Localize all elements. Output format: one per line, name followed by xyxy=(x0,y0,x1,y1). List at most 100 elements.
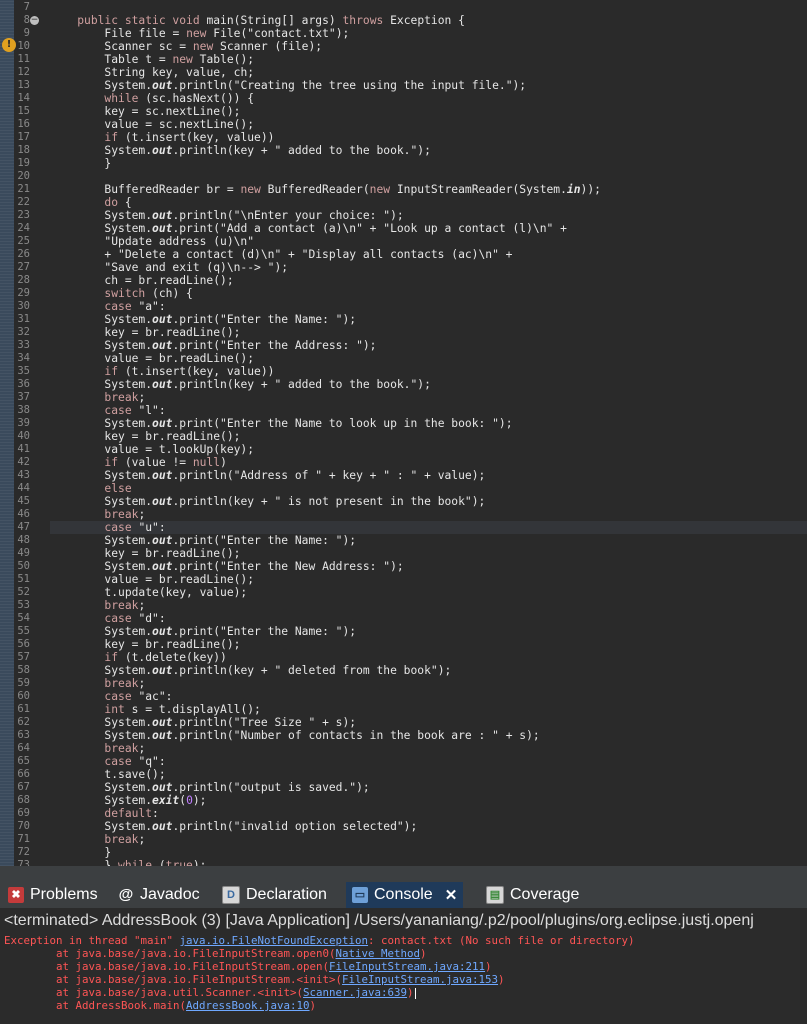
code-line[interactable]: Table t = new Table(); xyxy=(50,53,807,66)
code-token: "q": xyxy=(131,755,166,768)
code-line[interactable]: value = t.lookUp(key); xyxy=(50,443,807,456)
code-line[interactable]: System.out.print("Enter the New Address:… xyxy=(50,560,807,573)
panel-separator[interactable] xyxy=(0,866,807,881)
code-line[interactable]: value = br.readLine(); xyxy=(50,573,807,586)
coverage-icon: ▤ xyxy=(486,886,504,904)
stack-link[interactable]: FileInputStream.java:153 xyxy=(342,973,498,986)
code-line[interactable]: case "a": xyxy=(50,300,807,313)
code-line[interactable]: "Update address (u)\n" xyxy=(50,235,807,248)
code-line[interactable]: } xyxy=(50,157,807,170)
code-line[interactable]: System.out.println("Creating the tree us… xyxy=(50,79,807,92)
code-line[interactable]: key = br.readLine(); xyxy=(50,326,807,339)
tab-problems-label: Problems xyxy=(30,886,98,903)
code-line[interactable]: value = sc.nextLine(); xyxy=(50,118,807,131)
stack-link[interactable]: Scanner.java:639 xyxy=(303,986,407,999)
code-line[interactable]: break; xyxy=(50,677,807,690)
tab-javadoc[interactable]: @ Javadoc xyxy=(112,882,206,908)
code-line[interactable]: break; xyxy=(50,508,807,521)
line-number: 16 xyxy=(17,118,30,130)
code-line[interactable]: } xyxy=(50,846,807,859)
code-line[interactable]: System.out.print("Enter the Name: "); xyxy=(50,313,807,326)
code-line[interactable]: break; xyxy=(50,742,807,755)
code-line[interactable]: System.out.println("\nEnter your choice:… xyxy=(50,209,807,222)
code-line[interactable]: t.save(); xyxy=(50,768,807,781)
code-line[interactable]: System.out.println(key + " added to the … xyxy=(50,378,807,391)
code-line[interactable]: key = br.readLine(); xyxy=(50,547,807,560)
code-line[interactable]: System.out.println(key + " deleted from … xyxy=(50,664,807,677)
code-line[interactable]: case "u": xyxy=(50,521,807,534)
code-line[interactable]: value = br.readLine(); xyxy=(50,352,807,365)
code-line[interactable]: System.out.println("Address of " + key +… xyxy=(50,469,807,482)
code-line[interactable]: System.out.println("invalid option selec… xyxy=(50,820,807,833)
console-output[interactable]: Exception in thread "main" java.io.FileN… xyxy=(0,934,807,1024)
line-number: 34 xyxy=(17,352,30,364)
stack-link[interactable]: Native Method xyxy=(336,947,421,960)
code-token: main( xyxy=(199,14,241,27)
code-line[interactable]: case "l": xyxy=(50,404,807,417)
line-number: 66 xyxy=(17,768,30,780)
code-line[interactable]: if (t.insert(key, value)) xyxy=(50,365,807,378)
code-line[interactable]: ch = br.readLine(); xyxy=(50,274,807,287)
code-line[interactable]: break; xyxy=(50,391,807,404)
code-line[interactable]: "Save and exit (q)\n--> "); xyxy=(50,261,807,274)
code-line[interactable]: System.out.print("Enter the Name: "); xyxy=(50,534,807,547)
code-line[interactable]: else xyxy=(50,482,807,495)
line-number: 64 xyxy=(17,742,30,754)
code-line[interactable]: public static void main(String[] args) t… xyxy=(50,14,807,27)
fold-collapse-icon[interactable]: − xyxy=(30,16,39,25)
code-line[interactable]: File file = new File("contact.txt"); xyxy=(50,27,807,40)
tab-console[interactable]: ▭ Console ✕ xyxy=(346,882,464,910)
code-line[interactable]: key = br.readLine(); xyxy=(50,638,807,651)
code-editor[interactable]: public static void main(String[] args) t… xyxy=(0,0,807,866)
code-line[interactable]: System.out.print("Enter the Name to look… xyxy=(50,417,807,430)
code-line[interactable]: System.out.println("Number of contacts i… xyxy=(50,729,807,742)
code-line[interactable]: case "q": xyxy=(50,755,807,768)
code-token: key = br.readLine(); xyxy=(50,547,241,560)
tab-coverage[interactable]: ▤ Coverage xyxy=(480,882,585,908)
code-line[interactable]: default: xyxy=(50,807,807,820)
code-line[interactable]: int s = t.displayAll(); xyxy=(50,703,807,716)
code-line[interactable]: case "d": xyxy=(50,612,807,625)
code-line[interactable]: BufferedReader br = new BufferedReader(n… xyxy=(50,183,807,196)
code-line[interactable]: while (sc.hasNext()) { xyxy=(50,92,807,105)
code-line[interactable]: break; xyxy=(50,599,807,612)
exception-link[interactable]: java.io.FileNotFoundException xyxy=(180,934,369,947)
code-line[interactable]: System.out.print("Add a contact (a)\n" +… xyxy=(50,222,807,235)
code-line[interactable]: String key, value, ch; xyxy=(50,66,807,79)
code-line[interactable]: System.exit(0); xyxy=(50,794,807,807)
line-number: 37 xyxy=(17,391,30,403)
code-line[interactable]: t.update(key, value); xyxy=(50,586,807,599)
code-token: new xyxy=(240,183,261,196)
tab-javadoc-label: Javadoc xyxy=(140,886,200,903)
code-line[interactable]: + "Delete a contact (d)\n" + "Display al… xyxy=(50,248,807,261)
code-line[interactable]: } while (true); xyxy=(50,859,807,866)
code-line[interactable] xyxy=(50,170,807,183)
code-line[interactable]: System.out.println(key + " is not presen… xyxy=(50,495,807,508)
close-console-icon[interactable]: ✕ xyxy=(445,886,458,904)
code-token: key = br.readLine(); xyxy=(50,326,241,339)
line-number: 55 xyxy=(17,625,30,637)
code-line[interactable]: key = br.readLine(); xyxy=(50,430,807,443)
code-line[interactable]: if (t.delete(key)) xyxy=(50,651,807,664)
code-line[interactable]: do { xyxy=(50,196,807,209)
code-line[interactable] xyxy=(50,1,807,14)
code-line[interactable]: if (value != null) xyxy=(50,456,807,469)
code-token: (t.insert(key, value)) xyxy=(118,131,275,144)
code-line[interactable]: key = sc.nextLine(); xyxy=(50,105,807,118)
code-line[interactable]: switch (ch) { xyxy=(50,287,807,300)
code-line[interactable]: case "ac": xyxy=(50,690,807,703)
code-line[interactable]: System.out.println("Tree Size " + s); xyxy=(50,716,807,729)
code-token: Table(); xyxy=(192,53,255,66)
code-line[interactable]: System.out.println("output is saved."); xyxy=(50,781,807,794)
code-line[interactable]: Scanner sc = new Scanner (file); xyxy=(50,40,807,53)
code-line[interactable]: System.out.print("Enter the Address: "); xyxy=(50,339,807,352)
code-line[interactable]: if (t.insert(key, value)) xyxy=(50,131,807,144)
code-line[interactable]: break; xyxy=(50,833,807,846)
code-line[interactable]: System.out.println(key + " added to the … xyxy=(50,144,807,157)
stack-link[interactable]: FileInputStream.java:211 xyxy=(329,960,485,973)
tab-problems[interactable]: ✖ Problems xyxy=(2,882,104,908)
tab-declaration[interactable]: D Declaration xyxy=(216,882,333,908)
code-line[interactable]: System.out.print("Enter the Name: "); xyxy=(50,625,807,638)
stack-link[interactable]: AddressBook.java:10 xyxy=(186,999,310,1012)
